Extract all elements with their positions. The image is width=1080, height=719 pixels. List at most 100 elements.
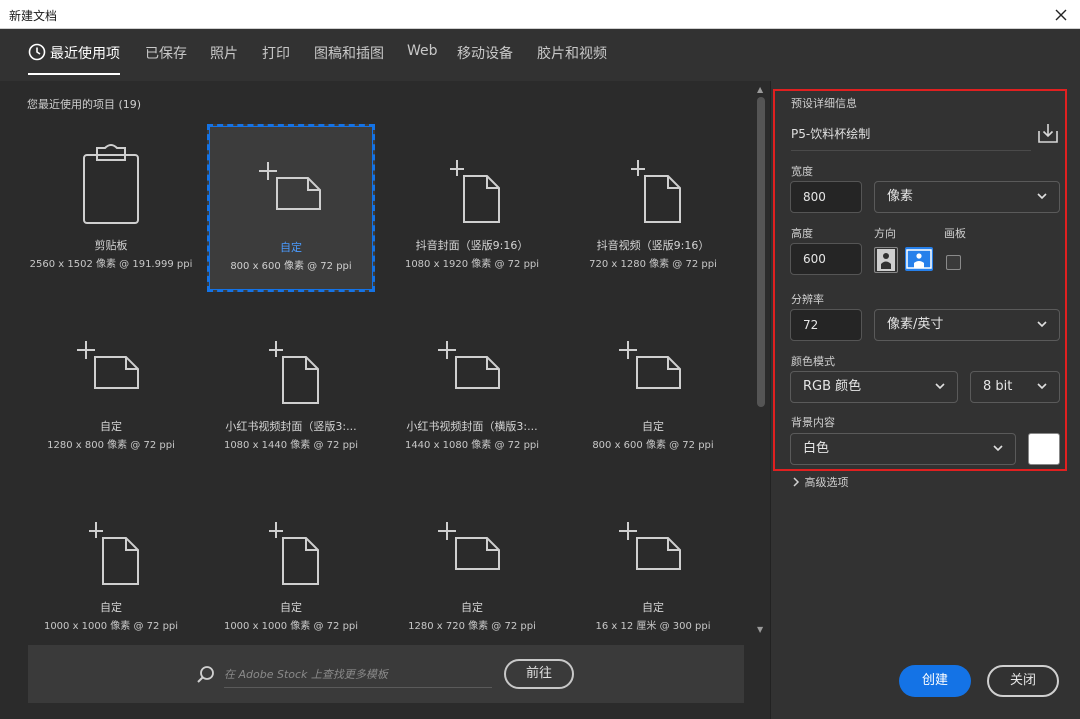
orientation-label: 方向 (874, 227, 896, 240)
background-color-swatch[interactable] (1028, 433, 1060, 465)
height-label: 高度 (791, 227, 813, 240)
portrait-orientation-button[interactable] (874, 247, 898, 273)
recent-item-name: 小红书视频封面（横版3:... (406, 420, 538, 433)
tab-film-video[interactable]: 胶片和视频 (537, 43, 607, 63)
title-bar: 新建文档 (0, 0, 1080, 29)
recent-item-size: 800 x 600 像素 @ 72 ppi (230, 261, 352, 272)
close-icon[interactable] (1050, 4, 1072, 26)
recent-item-size: 1280 x 720 像素 @ 72 ppi (408, 621, 536, 632)
advanced-options-toggle[interactable]: 高级选项 (791, 474, 849, 490)
artboard-label: 画板 (944, 227, 966, 240)
chevron-down-icon (935, 383, 945, 390)
scrollbar[interactable]: ▲ ▼ (754, 83, 768, 639)
recent-item-size: 720 x 1280 像素 @ 72 ppi (589, 259, 717, 270)
recent-item-size: 1080 x 1440 像素 @ 72 ppi (223, 440, 359, 451)
landscape-orientation-button[interactable] (905, 247, 933, 271)
recent-item[interactable]: 自定 1280 x 720 像素 @ 72 ppi (388, 486, 556, 654)
recent-item-name: 自定 (461, 601, 483, 614)
preset-details-panel: 预设详细信息 P5-饮料杯绘制 宽度 800 像素 高度 600 方向 画板 分… (770, 81, 1080, 719)
recent-item-name: 自定 (280, 601, 302, 614)
scroll-up-arrow[interactable]: ▲ (757, 85, 763, 94)
landscape-doc-icon (619, 522, 681, 570)
advanced-options-label: 高级选项 (804, 476, 849, 489)
stock-search-input[interactable] (224, 662, 492, 688)
clipboard-icon (83, 144, 139, 224)
recent-item-name: 抖音封面（竖版9:16） (415, 239, 529, 252)
width-label: 宽度 (791, 165, 813, 178)
window-title: 新建文档 (9, 9, 58, 23)
landscape-doc-icon (259, 162, 321, 210)
recent-item[interactable]: 抖音视频（竖版9:16） 720 x 1280 像素 @ 72 ppi (569, 124, 737, 292)
recent-item[interactable]: 自定 16 x 12 厘米 @ 300 ppi (569, 486, 737, 654)
height-input[interactable]: 600 (790, 243, 862, 275)
tab-web[interactable]: Web (407, 43, 438, 59)
tab-recent[interactable]: 最近使用项 (50, 43, 120, 63)
recent-item[interactable]: 自定 1280 x 800 像素 @ 72 ppi (27, 305, 195, 473)
recent-item-name: 自定 (642, 601, 664, 614)
chevron-down-icon (1037, 383, 1047, 390)
recent-item-size: 1280 x 800 像素 @ 72 ppi (47, 440, 175, 451)
width-unit-value: 像素 (887, 189, 914, 204)
go-button[interactable]: 前往 (504, 659, 574, 689)
recent-item[interactable]: 自定 800 x 600 像素 @ 72 ppi (207, 124, 375, 292)
portrait-doc-icon (269, 522, 319, 585)
portrait-doc-icon (269, 341, 319, 404)
bit-depth-dropdown[interactable]: 8 bit (970, 371, 1060, 403)
recent-item[interactable]: 小红书视频封面（竖版3:... 1080 x 1440 像素 @ 72 ppi (207, 305, 375, 473)
preset-details-label: 预设详细信息 (791, 97, 857, 110)
recent-items-panel: 您最近使用的项目 (19) 剪贴板 2560 x 1502 像素 @ 191.99… (0, 81, 770, 719)
recent-item-size: 1000 x 1000 像素 @ 72 ppi (43, 621, 179, 632)
landscape-icon (906, 249, 932, 269)
width-input[interactable]: 800 (790, 181, 862, 213)
landscape-doc-icon (438, 341, 500, 389)
recent-item-size: 1080 x 1920 像素 @ 72 ppi (404, 259, 540, 270)
tab-saved[interactable]: 已保存 (145, 43, 187, 63)
scroll-thumb[interactable] (757, 97, 765, 407)
tab-photo[interactable]: 照片 (210, 43, 238, 63)
save-preset-icon[interactable] (1037, 122, 1059, 144)
landscape-doc-icon (77, 341, 139, 389)
background-dropdown[interactable]: 白色 (790, 433, 1016, 465)
resolution-unit-dropdown[interactable]: 像素/英寸 (874, 309, 1060, 341)
portrait-doc-icon (89, 522, 139, 585)
close-button[interactable]: 关闭 (987, 665, 1059, 697)
recent-item-size: 800 x 600 像素 @ 72 ppi (592, 440, 714, 451)
recent-item-name: 自定 (642, 420, 664, 433)
recent-item[interactable]: 自定 800 x 600 像素 @ 72 ppi (569, 305, 737, 473)
width-unit-dropdown[interactable]: 像素 (874, 181, 1060, 213)
tab-print[interactable]: 打印 (262, 43, 290, 63)
recent-item-size: 2560 x 1502 像素 @ 191.999 ppi (29, 259, 193, 270)
create-button[interactable]: 创建 (899, 665, 971, 697)
tab-art-illustration[interactable]: 图稿和插图 (314, 43, 384, 63)
active-tab-indicator (28, 73, 120, 75)
chevron-down-icon (1037, 321, 1047, 328)
background-label: 背景内容 (791, 416, 835, 429)
category-tabs: 最近使用项 已保存 照片 打印 图稿和插图 Web 移动设备 胶片和视频 (0, 29, 1080, 81)
portrait-icon (877, 249, 895, 271)
recent-item-name: 小红书视频封面（竖版3:... (225, 420, 357, 433)
chevron-down-icon (1037, 193, 1047, 200)
resolution-label: 分辨率 (791, 293, 824, 306)
color-mode-value: RGB 颜色 (803, 379, 862, 394)
background-value: 白色 (803, 441, 830, 456)
recent-items-heading: 您最近使用的项目 (19) (27, 98, 142, 111)
search-icon (197, 666, 214, 683)
recent-item-size: 16 x 12 厘米 @ 300 ppi (595, 621, 711, 632)
artboard-checkbox[interactable] (946, 255, 961, 270)
bit-depth-value: 8 bit (983, 379, 1013, 394)
tab-mobile[interactable]: 移动设备 (457, 43, 513, 63)
chevron-down-icon (993, 445, 1003, 452)
recent-item[interactable]: 自定 1000 x 1000 像素 @ 72 ppi (27, 486, 195, 654)
preset-name-field[interactable]: P5-饮料杯绘制 (791, 125, 1031, 151)
recent-item[interactable]: 自定 1000 x 1000 像素 @ 72 ppi (207, 486, 375, 654)
scroll-down-arrow[interactable]: ▼ (757, 625, 763, 634)
chevron-right-icon (793, 477, 800, 487)
recent-item[interactable]: 抖音封面（竖版9:16） 1080 x 1920 像素 @ 72 ppi (388, 124, 556, 292)
portrait-doc-icon (450, 160, 500, 223)
recent-item-name: 自定 (100, 601, 122, 614)
recent-item[interactable]: 剪贴板 2560 x 1502 像素 @ 191.999 ppi (27, 124, 195, 292)
resolution-input[interactable]: 72 (790, 309, 862, 341)
color-mode-dropdown[interactable]: RGB 颜色 (790, 371, 958, 403)
recent-item-name: 剪贴板 (94, 239, 128, 252)
recent-item[interactable]: 小红书视频封面（横版3:... 1440 x 1080 像素 @ 72 ppi (388, 305, 556, 473)
